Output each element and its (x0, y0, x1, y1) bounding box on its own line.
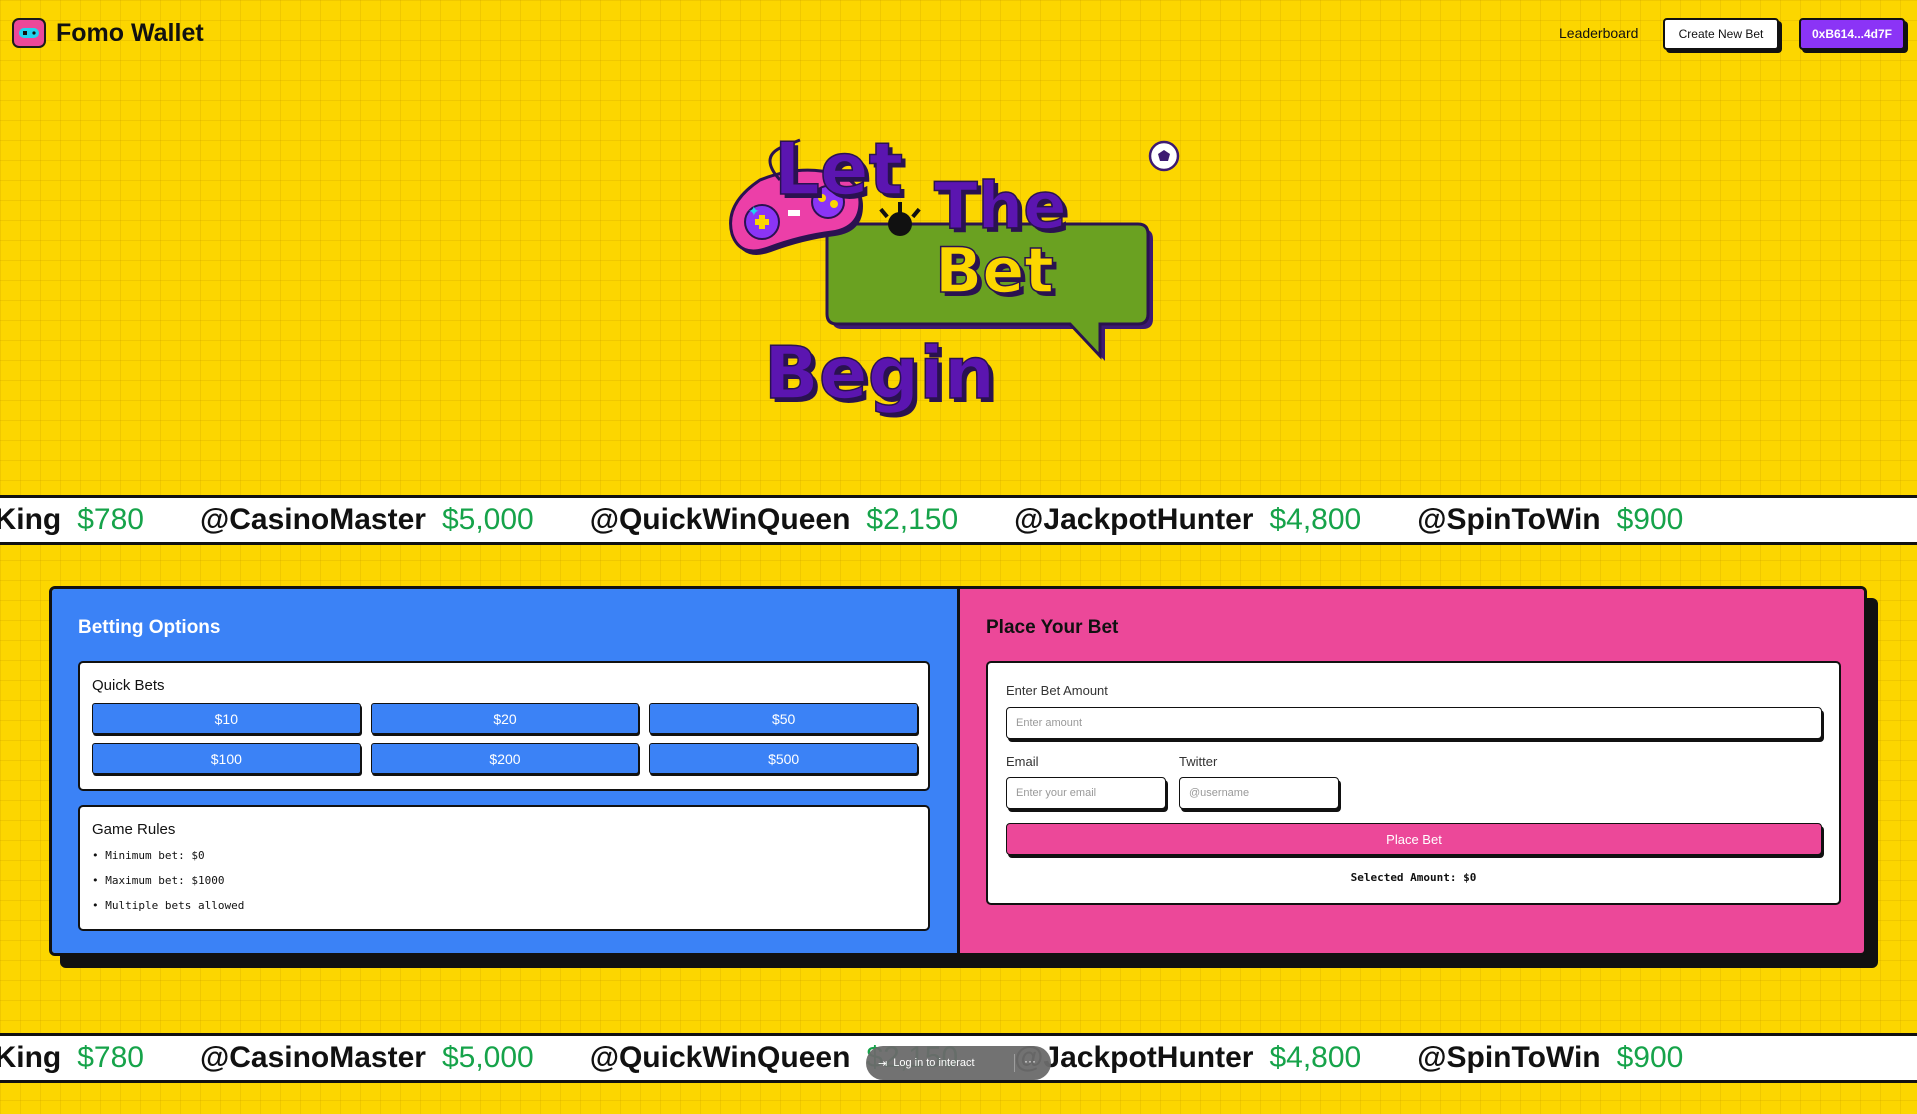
quick-bets-box: Quick Bets $10 $20 $50 $100 $200 $500 (78, 661, 930, 791)
bet-amount-label: Enter Bet Amount (1006, 683, 1108, 698)
hero-word-the-front: The (934, 170, 1067, 244)
hero-illustration: ✦ ✦ Let Let The The Bet Bet Begin Begin (729, 126, 1180, 419)
hero-word-begin-front: Begin (764, 331, 995, 415)
email-label: Email (1006, 754, 1039, 769)
rule-item: Multiple bets allowed (92, 899, 244, 912)
ticker-item: @JackpotHunter $4,800 (1014, 1041, 1362, 1074)
quick-bet-button[interactable]: $200 (370, 743, 640, 774)
gamepad-icon (12, 18, 46, 48)
ticker-item: @CasinoMaster $5,000 (199, 503, 534, 536)
ticker-item: @QuickWinQueen$2,150 (589, 503, 959, 536)
winners-ticker-top: @BettingKing$780 @CasinoMaster$5,000 @Qu… (0, 495, 1917, 545)
ticker-item: @BettingKing$780 (0, 1041, 144, 1074)
selected-amount: Selected Amount: $0 (1350, 871, 1477, 884)
bet-form: Enter Bet Amount Email Twitter Place Bet… (986, 661, 1841, 905)
place-bet-title: Place Your Bet (986, 617, 1119, 638)
soccer-ball-icon (1148, 140, 1180, 172)
email-input[interactable] (1006, 777, 1166, 809)
quick-bet-button[interactable]: $10 (92, 703, 361, 734)
wallet-address-button[interactable]: 0xB614...4d7F (1799, 18, 1905, 50)
ticker-item: @SpinToWin $900 (1417, 503, 1684, 536)
overlay-divider (1014, 1054, 1015, 1072)
ticker-item: @CasinoMaster $5,000 (199, 1041, 534, 1074)
login-overlay[interactable]: ⇥ Log in to interact ··· (866, 1046, 1051, 1080)
ticker-item: @JackpotHunter $4,800 (1014, 503, 1362, 536)
hero-word-bet-front: Bet (935, 234, 1054, 307)
game-rules-box: Game Rules Minimum bet: $0 Maximum bet: … (78, 805, 930, 931)
svg-text:✦: ✦ (748, 204, 760, 220)
rule-item: Maximum bet: $1000 (92, 874, 244, 887)
twitter-label: Twitter (1179, 754, 1218, 769)
hero-word-let-front: Let (774, 127, 903, 211)
ticker-item: @BettingKing$780 (0, 503, 144, 536)
place-bet-panel: Place Your Bet Enter Bet Amount Email Tw… (960, 589, 1864, 953)
place-bet-button[interactable]: Place Bet (1006, 823, 1822, 855)
game-rules-list: Minimum bet: $0 Maximum bet: $1000 Multi… (92, 849, 244, 924)
quick-bet-button[interactable]: $20 (370, 703, 640, 734)
more-options-icon[interactable]: ··· (1024, 1054, 1036, 1068)
create-new-bet-button[interactable]: Create New Bet (1663, 18, 1779, 50)
quick-bet-button[interactable]: $50 (649, 703, 918, 734)
betting-panel: Betting Options Quick Bets $10 $20 $50 $… (49, 586, 1867, 956)
rule-item: Minimum bet: $0 (92, 849, 244, 862)
game-rules-label: Game Rules (92, 821, 176, 838)
quick-bets-label: Quick Bets (92, 677, 165, 694)
brand-title: Fomo Wallet (56, 18, 204, 47)
hero-logo: ✦ ✦ Let Let The The Bet Bet Begin Begin (720, 118, 1200, 419)
quick-bet-button[interactable]: $100 (92, 743, 361, 774)
twitter-input[interactable] (1179, 777, 1339, 809)
quick-bet-button[interactable]: $500 (649, 743, 918, 774)
betting-options-panel: Betting Options Quick Bets $10 $20 $50 $… (52, 589, 960, 953)
leaderboard-link[interactable]: Leaderboard (1559, 25, 1638, 41)
bet-amount-input[interactable] (1006, 707, 1822, 739)
brand[interactable]: Fomo Wallet (12, 18, 204, 48)
login-icon: ⇥ (878, 1057, 888, 1070)
top-navbar: Fomo Wallet Leaderboard Create New Bet 0… (0, 0, 1917, 68)
login-text: Log in to interact (893, 1057, 975, 1069)
ticker-item: @SpinToWin $900 (1417, 1041, 1684, 1074)
betting-options-title: Betting Options (78, 617, 221, 638)
quick-bets-grid: $10 $20 $50 $100 $200 $500 (92, 703, 918, 774)
